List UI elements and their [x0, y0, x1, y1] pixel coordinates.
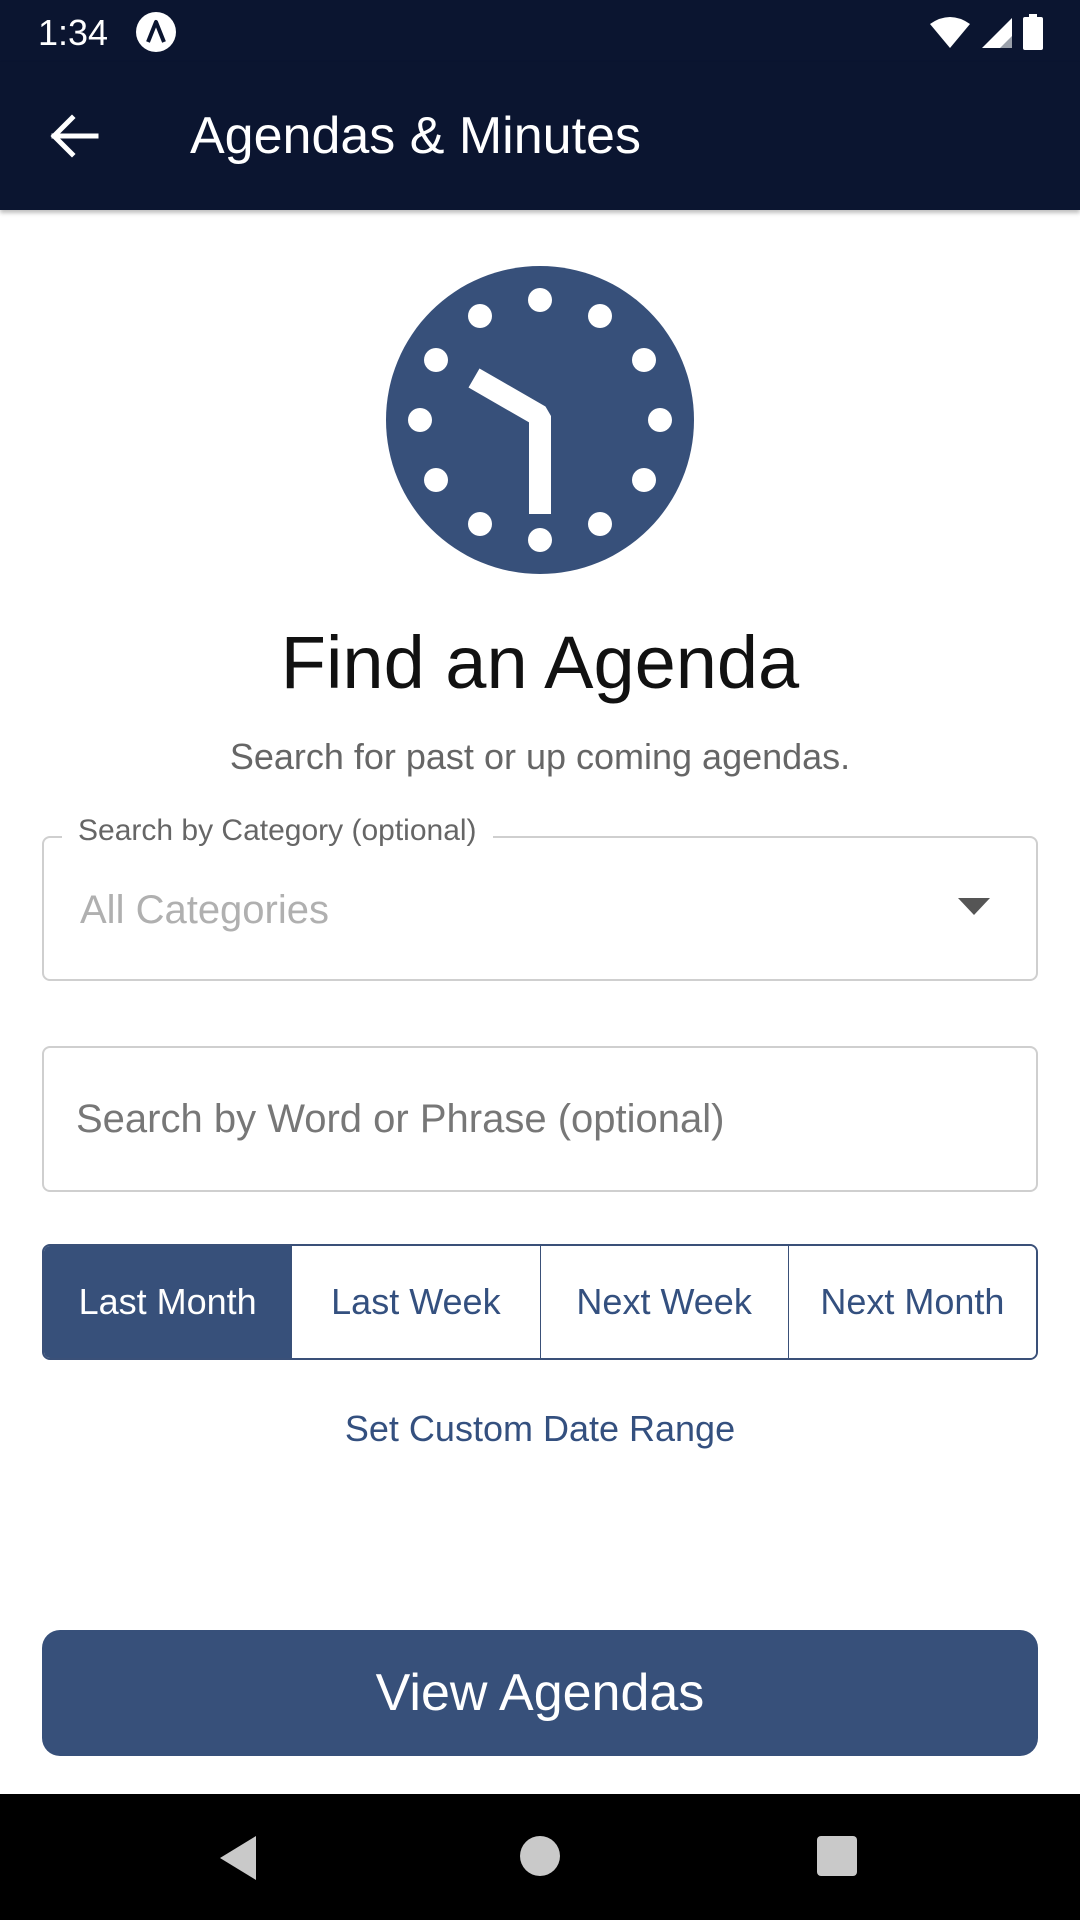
date-range-segments: Last Month Last Week Next Week Next Mont… [42, 1244, 1038, 1360]
segment-last-month[interactable]: Last Month [44, 1246, 292, 1358]
segment-last-week[interactable]: Last Week [291, 1246, 540, 1358]
nav-back-icon[interactable] [216, 1834, 260, 1882]
heading: Find an Agenda [280, 621, 800, 704]
nav-home-icon[interactable] [520, 1836, 560, 1876]
battery-icon [1023, 14, 1043, 50]
segment-next-month[interactable]: Next Month [787, 1246, 1036, 1358]
custom-date-range-link[interactable]: Set Custom Date Range [0, 1408, 1080, 1450]
clock-icon [386, 266, 694, 574]
page-title: Agendas & Minutes [190, 107, 641, 165]
search-input[interactable] [42, 1046, 1038, 1192]
status-bar: 1:34 [0, 0, 1080, 62]
app-icon [136, 12, 176, 52]
app-bar: Agendas & Minutes [0, 62, 1080, 210]
status-time: 1:34 [38, 12, 109, 53]
chevron-down-icon [958, 898, 990, 915]
status-icons [928, 14, 1044, 50]
back-button[interactable] [38, 100, 110, 172]
subheading: Search for past or up coming agendas. [229, 736, 851, 777]
arrow-left-icon [50, 114, 99, 158]
category-label: Search by Category (optional) [62, 814, 493, 848]
wifi-icon [930, 17, 970, 48]
category-select[interactable]: Search by Category (optional) All Catego… [42, 814, 1038, 981]
signal-icon [982, 18, 1012, 48]
nav-recents-icon[interactable] [817, 1836, 857, 1876]
system-nav-bar [0, 1794, 1080, 1920]
view-agendas-button[interactable]: View Agendas [42, 1630, 1038, 1756]
segment-next-week[interactable]: Next Week [539, 1246, 788, 1358]
category-value: All Categories [80, 888, 330, 932]
